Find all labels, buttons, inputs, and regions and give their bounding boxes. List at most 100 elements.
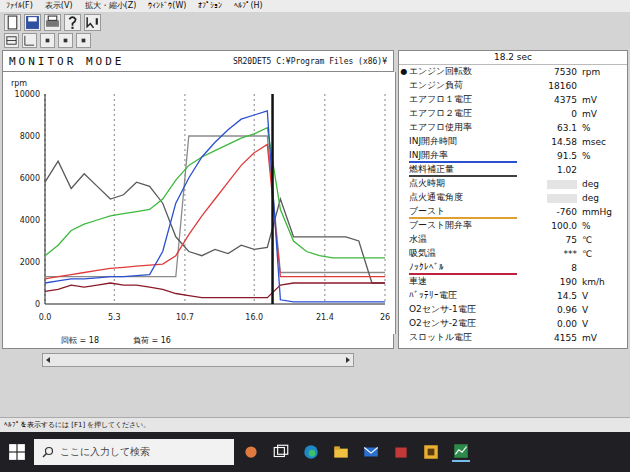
- horizontal-scrollbar[interactable]: [42, 353, 354, 367]
- menu-item[interactable]: ｳｨﾝﾄﾞｳ(W): [148, 0, 186, 12]
- parameter-label: ﾉｯｸﾚﾍﾞﾙ: [409, 261, 517, 275]
- x-axis: [45, 304, 385, 305]
- redacted-value: [547, 194, 577, 203]
- monitor-app-icon[interactable]: [452, 442, 470, 462]
- search-placeholder: ここに入力して検索: [60, 445, 150, 459]
- parameter-label: エアフロ使用率: [409, 121, 517, 135]
- parameter-row[interactable]: エアフロ使用率 63.1 %: [399, 121, 627, 135]
- parameter-label: ブースト: [409, 205, 517, 219]
- x-tick: 16.0: [245, 313, 263, 322]
- grid-line: [254, 94, 255, 304]
- parameter-value: 0: [517, 108, 577, 120]
- parameter-label: 吸気温: [409, 247, 517, 261]
- y-tick: 8000: [20, 132, 40, 141]
- edge-icon[interactable]: [302, 443, 320, 461]
- menu-item[interactable]: 表示(V): [45, 0, 73, 12]
- parameter-row[interactable]: ブースト -760 mmHg: [399, 205, 627, 219]
- task-view-icon[interactable]: [272, 443, 290, 461]
- x-tick: 5.3: [108, 313, 121, 322]
- time-cursor[interactable]: [271, 94, 274, 304]
- parameter-row[interactable]: ﾊﾞｯﾃﾘｰ電圧 14.5 V: [399, 289, 627, 303]
- print-icon[interactable]: [44, 14, 61, 31]
- parameter-row[interactable]: ﾉｯｸﾚﾍﾞﾙ 8: [399, 261, 627, 275]
- scroll-right-icon[interactable]: [343, 355, 353, 365]
- parameter-value: 0.96: [517, 304, 577, 316]
- parameter-label: エンジン回転数: [409, 65, 517, 79]
- parameter-value: 14.58: [517, 136, 577, 148]
- parameter-row[interactable]: INJ開弁率 91.5 %: [399, 149, 627, 163]
- parameter-row[interactable]: エアフロ１電圧 4375 mV: [399, 93, 627, 107]
- parameter-row[interactable]: エアフロ２電圧 0 mV: [399, 107, 627, 121]
- folder-icon[interactable]: [332, 443, 350, 461]
- context-help-icon[interactable]: [84, 14, 101, 31]
- windows-logo-icon[interactable]: [8, 443, 26, 461]
- save-icon[interactable]: [24, 14, 41, 31]
- parameter-unit: %: [577, 220, 627, 232]
- y-unit: rpm: [11, 79, 27, 88]
- parameter-unit: ℃: [577, 248, 627, 260]
- store-icon[interactable]: [392, 443, 410, 461]
- row-marker: ●: [399, 66, 409, 78]
- parameter-unit: mV: [577, 332, 627, 344]
- parameter-unit: msec: [577, 136, 627, 148]
- parameter-row[interactable]: ● エンジン回転数 7530 rpm: [399, 65, 627, 79]
- screen: ﾌｧｲﾙ(F) 表示(V) 拡大・縮小(Z) ｳｨﾝﾄﾞｳ(W) ｵﾌﾟｼｮﾝ ﾍﾙﾌﾟ(…: [0, 0, 630, 472]
- stop-icon[interactable]: [58, 33, 73, 48]
- series-line: [45, 283, 385, 298]
- parameter-row[interactable]: 水温 75 ℃: [399, 233, 627, 247]
- menu-item[interactable]: ｵﾌﾟｼｮﾝ: [198, 0, 222, 12]
- redacted-value: [547, 180, 577, 189]
- scroll-track[interactable]: [53, 356, 343, 364]
- status-bar: ﾍﾙﾌﾟを表示するには [F1] を押してください。: [0, 417, 630, 432]
- parameter-value: [517, 194, 577, 203]
- mode-title: MONITOR MODE: [9, 55, 124, 68]
- parameter-row[interactable]: エンジン負荷 18160: [399, 79, 627, 93]
- help-icon[interactable]: [64, 14, 81, 31]
- parameter-row[interactable]: スロットル電圧 4155 mV: [399, 331, 627, 345]
- parameter-label: O2センサ-1電圧: [409, 303, 517, 317]
- parameter-unit: %: [577, 122, 627, 134]
- mail-icon[interactable]: [362, 443, 380, 461]
- view-list-icon[interactable]: [4, 33, 19, 48]
- weather-icon[interactable]: [242, 443, 260, 461]
- parameter-row[interactable]: 燃料補正量 1.02: [399, 163, 627, 177]
- file-path: SR20DET5 C:¥Program Files (x86)¥: [233, 57, 387, 66]
- view-graph-icon[interactable]: [22, 33, 37, 48]
- app-icon[interactable]: [422, 443, 440, 461]
- parameter-row[interactable]: O2センサ-1電圧 0.96 V: [399, 303, 627, 317]
- parameter-value: 100.0: [517, 220, 577, 232]
- taskbar-search[interactable]: ここに入力して検索: [34, 439, 234, 465]
- parameter-label: O2センサ-2電圧: [409, 317, 517, 331]
- parameter-row[interactable]: O2センサ-2電圧 0.00 V: [399, 317, 627, 331]
- menu-item[interactable]: ﾌｧｲﾙ(F): [6, 0, 33, 12]
- elapsed-time: 18.2 sec: [399, 51, 627, 65]
- parameter-row[interactable]: 点火通電角度 deg: [399, 191, 627, 205]
- series-line: [45, 111, 385, 302]
- scroll-left-icon[interactable]: [43, 355, 53, 365]
- parameter-label: 点火通電角度: [409, 191, 517, 205]
- play-icon[interactable]: [76, 33, 91, 48]
- menu-item[interactable]: ﾍﾙﾌﾟ(H): [234, 0, 262, 12]
- new-file-icon[interactable]: [4, 14, 21, 31]
- record-icon[interactable]: [40, 33, 55, 48]
- parameter-label: 点火時期: [409, 177, 517, 191]
- menu-item[interactable]: 拡大・縮小(Z): [85, 0, 137, 12]
- taskbar: ここに入力して検索: [0, 432, 630, 472]
- parameter-row[interactable]: 吸気温 *** ℃: [399, 247, 627, 261]
- parameter-value: 91.5: [517, 150, 577, 162]
- parameter-row[interactable]: 点火時期 deg: [399, 177, 627, 191]
- parameter-label: ブースト開弁率: [409, 219, 517, 233]
- search-icon: [42, 446, 54, 458]
- parameter-row[interactable]: INJ開弁時間 14.58 msec: [399, 135, 627, 149]
- parameter-row[interactable]: ブースト開弁率 100.0 %: [399, 219, 627, 233]
- y-tick: 4000: [20, 216, 40, 225]
- grid-line: [114, 94, 115, 304]
- grid-line: [184, 94, 185, 304]
- parameter-label: エンジン負荷: [409, 79, 517, 93]
- monitor-chart[interactable]: rpm02000400060008000100000.05.310.716.02…: [2, 72, 396, 334]
- series-line: [45, 144, 385, 278]
- parameter-unit: deg: [577, 178, 627, 190]
- footer-reading: 回転 = 18: [61, 334, 99, 348]
- y-tick: 0: [35, 300, 40, 309]
- parameter-row[interactable]: 車速 190 km/h: [399, 275, 627, 289]
